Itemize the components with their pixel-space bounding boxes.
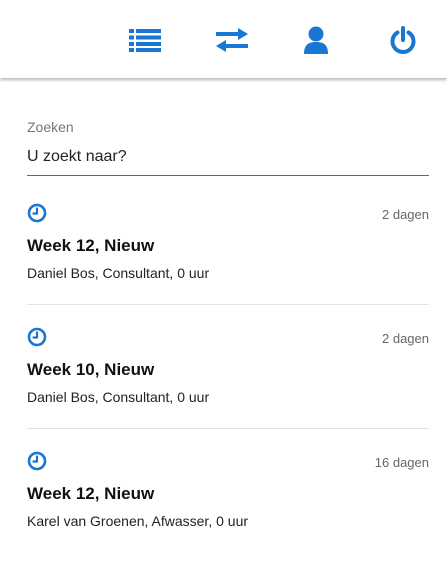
search-label: Zoeken [27, 119, 74, 135]
list-item[interactable]: 2 dagen Week 10, Nieuw Daniel Bos, Consu… [27, 327, 429, 429]
search-input[interactable] [27, 148, 429, 176]
swap-arrows-icon [216, 28, 248, 52]
list-item[interactable]: 2 dagen Week 12, Nieuw Daniel Bos, Consu… [27, 203, 429, 305]
power-icon [390, 26, 416, 54]
item-subtitle: Karel van Groenen, Afwasser, 0 uur [27, 513, 249, 529]
item-age: 2 dagen [382, 331, 429, 346]
clock-icon [27, 327, 47, 347]
item-subtitle: Daniel Bos, Consultant, 0 uur [27, 389, 210, 405]
item-title: Week 12, Nieuw [27, 236, 155, 255]
item-age: 2 dagen [382, 207, 429, 222]
list-icon [129, 29, 161, 52]
clock-icon [27, 451, 47, 471]
item-subtitle: Daniel Bos, Consultant, 0 uur [27, 265, 210, 281]
search-section: Zoeken [27, 118, 429, 176]
list-item[interactable]: 16 dagen Week 12, Nieuw Karel van Groene… [27, 451, 429, 553]
user-icon [304, 26, 328, 54]
profile-button[interactable] [294, 20, 338, 60]
swap-button[interactable] [210, 20, 254, 60]
timesheet-list: 2 dagen Week 12, Nieuw Daniel Bos, Consu… [27, 203, 429, 575]
clock-icon [27, 203, 47, 223]
logout-button[interactable] [381, 20, 425, 60]
list-view-button[interactable] [123, 20, 167, 60]
item-title: Week 12, Nieuw [27, 484, 155, 503]
item-age: 16 dagen [374, 455, 429, 470]
item-title: Week 10, Nieuw [27, 360, 155, 379]
top-toolbar [0, 0, 447, 78]
